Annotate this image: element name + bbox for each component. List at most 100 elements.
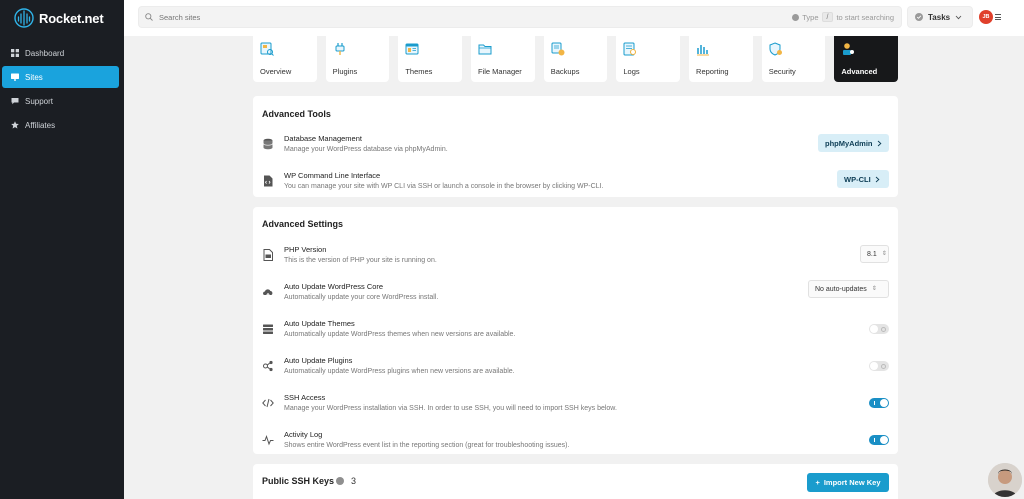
check-circle-icon xyxy=(915,13,923,21)
sidebar: Rocket.net Dashboard Sites Support Affil… xyxy=(0,0,124,499)
toggle-knob xyxy=(880,436,888,444)
tab-themes[interactable]: Themes xyxy=(398,36,463,82)
php-version-select[interactable]: 8.1 ⇕ xyxy=(860,245,889,263)
tasks-button[interactable]: Tasks xyxy=(907,6,973,28)
database-management-row: Database Management Manage your WordPres… xyxy=(253,129,898,159)
site-tabs: Overview Plugins Themes File Manager Bac… xyxy=(253,36,899,82)
advanced-tools-card: Advanced Tools Database Management Manag… xyxy=(253,96,898,197)
overview-icon xyxy=(260,42,274,56)
row-description: Automatically update WordPress plugins w… xyxy=(284,368,515,375)
avatar: JB xyxy=(979,10,993,24)
grid-icon xyxy=(11,49,19,57)
hint-suffix: to start searching xyxy=(836,12,894,22)
row-title: PHP Version xyxy=(284,245,327,254)
search-box[interactable]: Type / to start searching xyxy=(138,6,902,28)
tab-label: File Manager xyxy=(478,67,522,76)
auto-update-plugins-row: Auto Update Plugins Automatically update… xyxy=(253,351,898,381)
sidebar-item-label: Dashboard xyxy=(25,48,65,58)
pulse-icon xyxy=(262,435,274,446)
section-title: Public SSH Keys xyxy=(262,476,335,486)
button-label: phpMyAdmin xyxy=(825,138,873,148)
plug-icon xyxy=(335,43,345,55)
row-description: Manage your WordPress installation via S… xyxy=(284,405,617,412)
row-description: Shows entire WordPress event list in the… xyxy=(284,442,570,449)
logs-icon xyxy=(623,42,637,56)
terminal-file-icon xyxy=(264,175,273,187)
database-icon xyxy=(263,138,273,150)
tab-label: Plugins xyxy=(332,67,358,76)
core-update-select[interactable]: No auto-updates ⇕ xyxy=(808,280,889,298)
row-title: SSH Access xyxy=(284,393,326,402)
tab-advanced[interactable]: Advanced xyxy=(834,36,899,82)
tab-label: Security xyxy=(768,67,796,76)
shortcut-key: / xyxy=(821,12,834,22)
wp-cli-row: WP Command Line Interface You can manage… xyxy=(253,166,898,196)
sidebar-item-label: Sites xyxy=(25,72,43,82)
tab-plugins[interactable]: Plugins xyxy=(325,36,390,82)
tasks-label: Tasks xyxy=(928,12,951,22)
advanced-icon xyxy=(843,43,855,55)
plugin-update-icon xyxy=(263,360,273,372)
activity-log-toggle[interactable] xyxy=(869,435,889,445)
chevron-updown-icon: ⇕ xyxy=(871,286,877,292)
sidebar-item-affiliates[interactable]: Affiliates xyxy=(2,114,119,136)
tab-label: Logs xyxy=(623,67,640,76)
tab-file-manager[interactable]: File Manager xyxy=(471,36,535,82)
info-icon xyxy=(792,13,800,21)
sidebar-item-support[interactable]: Support xyxy=(2,90,119,112)
phpmyadmin-button[interactable]: phpMyAdmin xyxy=(818,134,889,152)
sidebar-item-dashboard[interactable]: Dashboard xyxy=(2,42,119,64)
user-menu-button[interactable]: JB xyxy=(979,6,1005,28)
row-title: Auto Update Themes xyxy=(284,319,355,328)
tab-label: Themes xyxy=(405,67,433,76)
row-description: This is the version of PHP your site is … xyxy=(284,257,437,264)
star-icon xyxy=(11,121,19,129)
support-chat-avatar[interactable] xyxy=(988,463,1022,497)
info-icon[interactable] xyxy=(336,477,344,485)
tab-overview[interactable]: Overview xyxy=(253,36,317,82)
row-title: Activity Log xyxy=(284,430,323,439)
auto-update-plugins-toggle[interactable] xyxy=(869,361,889,371)
monitor-icon xyxy=(11,73,19,81)
row-title: Auto Update WordPress Core xyxy=(284,282,384,291)
top-bar: Type / to start searching Tasks JB xyxy=(124,0,1024,36)
tab-logs[interactable]: Logs xyxy=(616,36,681,82)
ssh-key-count: 3 xyxy=(351,476,357,486)
search-icon xyxy=(145,13,153,21)
tab-backups[interactable]: Backups xyxy=(543,36,608,82)
tab-security[interactable]: Security xyxy=(761,36,826,82)
menu-icon xyxy=(995,14,1001,20)
section-title: Advanced Tools xyxy=(262,109,331,119)
select-value: 8.1 xyxy=(867,250,877,258)
row-description: Automatically update WordPress themes wh… xyxy=(284,331,516,338)
code-icon xyxy=(262,398,274,408)
ssh-access-toggle[interactable] xyxy=(869,398,889,408)
chevron-updown-icon: ⇕ xyxy=(881,251,887,257)
chevron-down-icon xyxy=(955,15,962,19)
button-label: WP-CLI xyxy=(844,174,871,184)
activity-log-row: Activity Log Shows entire WordPress even… xyxy=(253,425,898,455)
php-file-icon xyxy=(263,249,273,261)
folder-icon xyxy=(478,44,492,55)
wp-cli-button[interactable]: WP-CLI xyxy=(837,170,889,188)
auto-update-themes-toggle[interactable] xyxy=(869,324,889,334)
sidebar-item-sites[interactable]: Sites xyxy=(2,66,119,88)
bar-chart-icon xyxy=(697,45,710,56)
import-new-key-button[interactable]: + Import New Key xyxy=(807,473,889,492)
backup-icon xyxy=(551,42,565,56)
tab-reporting[interactable]: Reporting xyxy=(689,36,753,82)
chat-icon xyxy=(11,97,19,105)
section-title: Advanced Settings xyxy=(262,219,344,229)
toggle-knob xyxy=(870,362,878,370)
toggle-knob xyxy=(880,399,888,407)
sidebar-item-label: Support xyxy=(25,96,54,106)
brand-name: Rocket.net xyxy=(39,10,104,26)
search-input[interactable] xyxy=(159,12,779,22)
sidebar-item-label: Affiliates xyxy=(25,120,56,130)
auto-update-themes-row: Auto Update Themes Automatically update … xyxy=(253,314,898,344)
row-description: Automatically update your core WordPress… xyxy=(284,294,439,301)
tab-label: Reporting xyxy=(696,67,729,76)
sidebar-nav: Dashboard Sites Support Affiliates xyxy=(2,42,119,138)
layers-icon xyxy=(263,324,273,334)
brand-logo[interactable]: Rocket.net xyxy=(14,8,104,28)
